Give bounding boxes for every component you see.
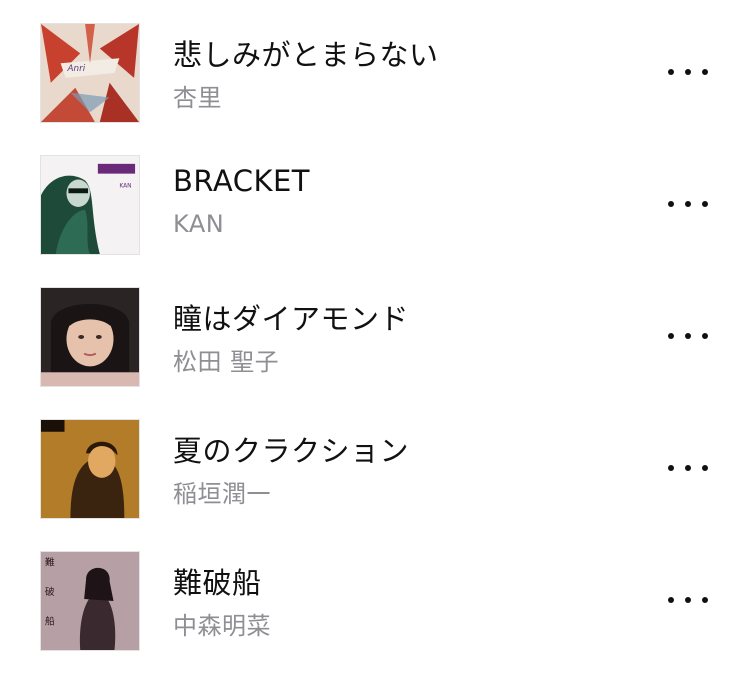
song-row[interactable]: KAN BRACKET KAN	[0, 146, 750, 278]
album-artwork[interactable]: KAN	[40, 155, 140, 255]
dot	[685, 333, 691, 339]
more-icon[interactable]	[664, 588, 712, 612]
dot	[702, 465, 708, 471]
album-artwork[interactable]	[40, 419, 140, 519]
song-artist: KAN	[173, 210, 225, 238]
dot	[685, 69, 691, 75]
song-row[interactable]: Anri 悲しみがとまらない 杏里	[0, 14, 750, 146]
dot	[702, 333, 708, 339]
dot	[685, 465, 691, 471]
more-icon[interactable]	[664, 60, 712, 84]
svg-text:難: 難	[45, 556, 55, 569]
song-artist: 中森明菜	[173, 612, 271, 640]
dot	[668, 333, 674, 339]
svg-text:Anri: Anri	[66, 64, 85, 74]
song-row[interactable]: 瞳はダイアモンド 松田 聖子	[0, 278, 750, 410]
dot	[702, 69, 708, 75]
album-artwork[interactable]: Anri	[40, 23, 140, 123]
album-artwork[interactable]	[40, 287, 140, 387]
dot	[702, 597, 708, 603]
dot	[685, 597, 691, 603]
dot	[668, 597, 674, 603]
song-artist: 杏里	[173, 84, 222, 112]
album-artwork[interactable]: 難 破 船	[40, 551, 140, 651]
svg-text:破: 破	[45, 585, 55, 598]
song-row[interactable]: 夏のクラクション 稲垣潤一	[0, 410, 750, 542]
song-title: 瞳はダイアモンド	[173, 302, 410, 336]
svg-text:KAN: KAN	[119, 183, 131, 189]
more-icon[interactable]	[664, 324, 712, 348]
dot	[668, 201, 674, 207]
song-title: 夏のクラクション	[173, 434, 410, 468]
song-artist: 稲垣潤一	[173, 480, 271, 508]
song-title: BRACKET	[173, 164, 311, 198]
more-icon[interactable]	[664, 456, 712, 480]
more-icon[interactable]	[664, 192, 712, 216]
dot	[702, 201, 708, 207]
dot	[668, 465, 674, 471]
dot	[685, 201, 691, 207]
song-row[interactable]: 難 破 船 難破船 中森明菜	[0, 542, 750, 674]
svg-text:船: 船	[45, 615, 55, 628]
song-title: 難破船	[173, 566, 262, 600]
dot	[668, 69, 674, 75]
song-artist: 松田 聖子	[173, 348, 280, 376]
song-title: 悲しみがとまらない	[173, 38, 439, 72]
song-list: Anri 悲しみがとまらない 杏里 KAN BRACKET KAN 瞳はダイアモ…	[0, 14, 750, 674]
